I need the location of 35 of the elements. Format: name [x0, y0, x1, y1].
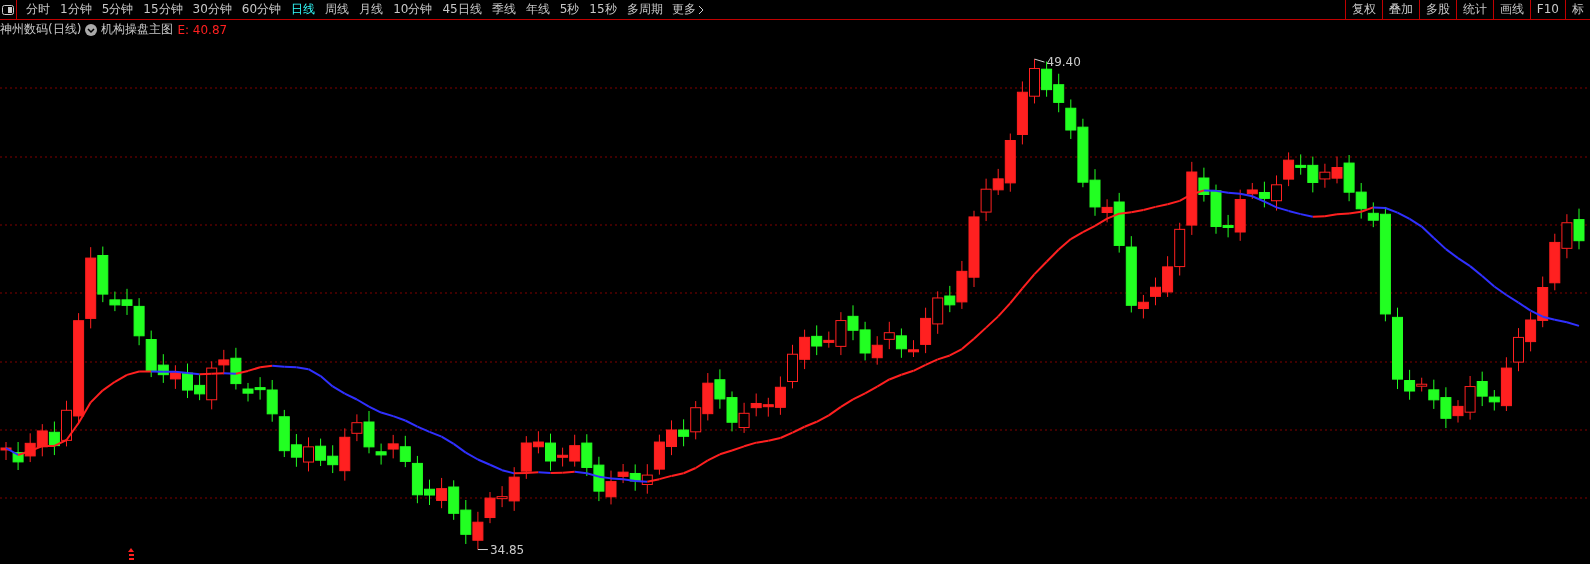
period-tab[interactable]: 15秒 [584, 1, 622, 18]
period-tab[interactable]: 45日线 [437, 1, 487, 18]
period-tab[interactable]: 分时 [21, 1, 55, 18]
period-tab[interactable]: 季线 [486, 1, 521, 18]
more-button[interactable]: 更多 [667, 1, 708, 18]
signal-arrow-icon [128, 548, 134, 560]
period-tab[interactable]: 10分钟 [388, 1, 438, 18]
indicator-name: 机构操盘主图 [101, 21, 174, 38]
toolbar-button[interactable]: 画线 [1492, 0, 1530, 19]
high-leader-line [1034, 58, 1045, 63]
high-price-label: 49.40 [1046, 55, 1081, 70]
period-tab[interactable]: 周线 [320, 1, 355, 18]
toolbar-button[interactable]: 多股 [1418, 0, 1456, 19]
period-tab[interactable]: 月线 [354, 1, 389, 18]
period-tab[interactable]: 多周期 [621, 1, 668, 18]
chevron-down-icon[interactable] [85, 23, 98, 36]
low-price-label: 34.85 [489, 542, 525, 557]
toolbar-button[interactable]: 叠加 [1381, 0, 1419, 19]
period-tab[interactable]: 日线 [286, 1, 321, 18]
period-tab[interactable]: 5分钟 [96, 1, 139, 18]
toolbar-button[interactable]: 统计 [1455, 0, 1493, 19]
toolbar-button[interactable]: 复权 [1344, 0, 1382, 19]
period-tab[interactable]: 1分钟 [55, 1, 97, 18]
period-tab[interactable]: 5秒 [554, 1, 585, 18]
period-tab[interactable]: 年线 [520, 1, 555, 18]
panel-toggle-icon[interactable] [0, 0, 17, 19]
period-tab[interactable]: 30分钟 [187, 1, 237, 18]
stock-title: 神州数码(日线) [0, 21, 82, 38]
toolbar-button[interactable]: 标 [1565, 0, 1590, 19]
period-tab[interactable]: 60分钟 [236, 1, 287, 18]
toolbar-button[interactable]: F10 [1529, 0, 1565, 19]
indicator-value: E: 40.87 [177, 22, 228, 37]
low-leader-line [477, 549, 489, 550]
period-tab[interactable]: 15分钟 [138, 1, 188, 18]
chevron-right-icon [697, 4, 704, 15]
